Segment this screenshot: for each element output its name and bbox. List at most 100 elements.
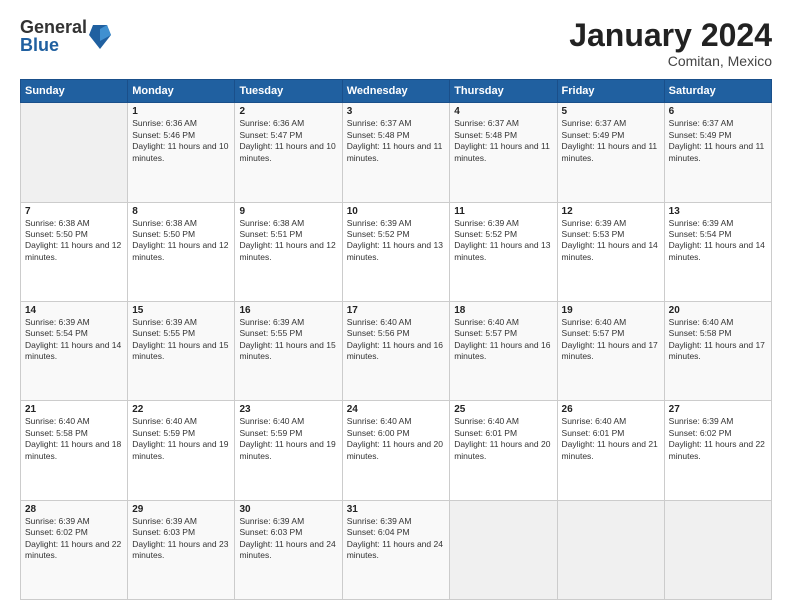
- logo-icon: [89, 21, 111, 49]
- day-info: Sunrise: 6:39 AMSunset: 6:03 PMDaylight:…: [132, 516, 230, 562]
- day-cell: 24Sunrise: 6:40 AMSunset: 6:00 PMDayligh…: [342, 401, 449, 500]
- day-number: 3: [347, 106, 445, 117]
- day-number: 14: [25, 305, 123, 316]
- day-header-tuesday: Tuesday: [235, 80, 342, 103]
- day-info: Sunrise: 6:40 AMSunset: 5:56 PMDaylight:…: [347, 317, 445, 363]
- logo-general: General: [20, 18, 87, 36]
- day-info: Sunrise: 6:39 AMSunset: 5:55 PMDaylight:…: [132, 317, 230, 363]
- day-number: 9: [239, 206, 337, 217]
- day-cell: 11Sunrise: 6:39 AMSunset: 5:52 PMDayligh…: [450, 202, 557, 301]
- logo-text: General Blue: [20, 18, 87, 54]
- day-cell: [664, 500, 771, 599]
- day-number: 2: [239, 106, 337, 117]
- day-info: Sunrise: 6:40 AMSunset: 5:57 PMDaylight:…: [454, 317, 552, 363]
- day-cell: 21Sunrise: 6:40 AMSunset: 5:58 PMDayligh…: [21, 401, 128, 500]
- day-header-wednesday: Wednesday: [342, 80, 449, 103]
- day-info: Sunrise: 6:39 AMSunset: 5:55 PMDaylight:…: [239, 317, 337, 363]
- week-row-4: 21Sunrise: 6:40 AMSunset: 5:58 PMDayligh…: [21, 401, 772, 500]
- day-cell: 19Sunrise: 6:40 AMSunset: 5:57 PMDayligh…: [557, 301, 664, 400]
- day-number: 5: [562, 106, 660, 117]
- day-cell: [21, 103, 128, 202]
- week-row-1: 1Sunrise: 6:36 AMSunset: 5:46 PMDaylight…: [21, 103, 772, 202]
- day-info: Sunrise: 6:39 AMSunset: 5:52 PMDaylight:…: [347, 218, 445, 264]
- day-cell: 3Sunrise: 6:37 AMSunset: 5:48 PMDaylight…: [342, 103, 449, 202]
- day-number: 11: [454, 206, 552, 217]
- day-number: 19: [562, 305, 660, 316]
- day-number: 18: [454, 305, 552, 316]
- day-cell: 2Sunrise: 6:36 AMSunset: 5:47 PMDaylight…: [235, 103, 342, 202]
- day-info: Sunrise: 6:39 AMSunset: 5:53 PMDaylight:…: [562, 218, 660, 264]
- header: General Blue January 2024 Comitan, Mexic…: [20, 18, 772, 69]
- day-cell: 18Sunrise: 6:40 AMSunset: 5:57 PMDayligh…: [450, 301, 557, 400]
- day-info: Sunrise: 6:39 AMSunset: 5:52 PMDaylight:…: [454, 218, 552, 264]
- day-cell: 28Sunrise: 6:39 AMSunset: 6:02 PMDayligh…: [21, 500, 128, 599]
- day-cell: 16Sunrise: 6:39 AMSunset: 5:55 PMDayligh…: [235, 301, 342, 400]
- day-info: Sunrise: 6:39 AMSunset: 6:03 PMDaylight:…: [239, 516, 337, 562]
- day-info: Sunrise: 6:40 AMSunset: 5:58 PMDaylight:…: [669, 317, 767, 363]
- day-number: 15: [132, 305, 230, 316]
- day-header-monday: Monday: [128, 80, 235, 103]
- day-info: Sunrise: 6:39 AMSunset: 5:54 PMDaylight:…: [669, 218, 767, 264]
- day-info: Sunrise: 6:37 AMSunset: 5:48 PMDaylight:…: [347, 118, 445, 164]
- page: General Blue January 2024 Comitan, Mexic…: [0, 0, 792, 612]
- location: Comitan, Mexico: [569, 53, 772, 69]
- day-info: Sunrise: 6:38 AMSunset: 5:50 PMDaylight:…: [25, 218, 123, 264]
- day-info: Sunrise: 6:40 AMSunset: 6:01 PMDaylight:…: [562, 416, 660, 462]
- day-cell: 1Sunrise: 6:36 AMSunset: 5:46 PMDaylight…: [128, 103, 235, 202]
- day-cell: 27Sunrise: 6:39 AMSunset: 6:02 PMDayligh…: [664, 401, 771, 500]
- day-number: 20: [669, 305, 767, 316]
- day-number: 23: [239, 404, 337, 415]
- day-cell: 8Sunrise: 6:38 AMSunset: 5:50 PMDaylight…: [128, 202, 235, 301]
- day-info: Sunrise: 6:40 AMSunset: 6:01 PMDaylight:…: [454, 416, 552, 462]
- day-cell: 5Sunrise: 6:37 AMSunset: 5:49 PMDaylight…: [557, 103, 664, 202]
- day-info: Sunrise: 6:39 AMSunset: 5:54 PMDaylight:…: [25, 317, 123, 363]
- day-header-thursday: Thursday: [450, 80, 557, 103]
- day-number: 16: [239, 305, 337, 316]
- day-info: Sunrise: 6:36 AMSunset: 5:47 PMDaylight:…: [239, 118, 337, 164]
- day-cell: 14Sunrise: 6:39 AMSunset: 5:54 PMDayligh…: [21, 301, 128, 400]
- day-cell: 17Sunrise: 6:40 AMSunset: 5:56 PMDayligh…: [342, 301, 449, 400]
- day-header-sunday: Sunday: [21, 80, 128, 103]
- day-header-saturday: Saturday: [664, 80, 771, 103]
- day-number: 12: [562, 206, 660, 217]
- day-info: Sunrise: 6:40 AMSunset: 5:59 PMDaylight:…: [239, 416, 337, 462]
- day-info: Sunrise: 6:39 AMSunset: 6:02 PMDaylight:…: [25, 516, 123, 562]
- day-number: 26: [562, 404, 660, 415]
- day-info: Sunrise: 6:38 AMSunset: 5:51 PMDaylight:…: [239, 218, 337, 264]
- day-number: 10: [347, 206, 445, 217]
- day-number: 29: [132, 504, 230, 515]
- day-info: Sunrise: 6:38 AMSunset: 5:50 PMDaylight:…: [132, 218, 230, 264]
- day-cell: 13Sunrise: 6:39 AMSunset: 5:54 PMDayligh…: [664, 202, 771, 301]
- day-header-friday: Friday: [557, 80, 664, 103]
- day-number: 17: [347, 305, 445, 316]
- day-cell: 25Sunrise: 6:40 AMSunset: 6:01 PMDayligh…: [450, 401, 557, 500]
- day-cell: 23Sunrise: 6:40 AMSunset: 5:59 PMDayligh…: [235, 401, 342, 500]
- day-cell: 30Sunrise: 6:39 AMSunset: 6:03 PMDayligh…: [235, 500, 342, 599]
- day-cell: 9Sunrise: 6:38 AMSunset: 5:51 PMDaylight…: [235, 202, 342, 301]
- day-number: 7: [25, 206, 123, 217]
- day-info: Sunrise: 6:40 AMSunset: 5:57 PMDaylight:…: [562, 317, 660, 363]
- day-cell: 29Sunrise: 6:39 AMSunset: 6:03 PMDayligh…: [128, 500, 235, 599]
- day-number: 27: [669, 404, 767, 415]
- day-number: 8: [132, 206, 230, 217]
- week-row-5: 28Sunrise: 6:39 AMSunset: 6:02 PMDayligh…: [21, 500, 772, 599]
- day-info: Sunrise: 6:40 AMSunset: 5:58 PMDaylight:…: [25, 416, 123, 462]
- day-cell: 7Sunrise: 6:38 AMSunset: 5:50 PMDaylight…: [21, 202, 128, 301]
- day-info: Sunrise: 6:37 AMSunset: 5:48 PMDaylight:…: [454, 118, 552, 164]
- day-number: 13: [669, 206, 767, 217]
- day-info: Sunrise: 6:39 AMSunset: 6:04 PMDaylight:…: [347, 516, 445, 562]
- day-cell: 22Sunrise: 6:40 AMSunset: 5:59 PMDayligh…: [128, 401, 235, 500]
- calendar: SundayMondayTuesdayWednesdayThursdayFrid…: [20, 79, 772, 600]
- week-row-3: 14Sunrise: 6:39 AMSunset: 5:54 PMDayligh…: [21, 301, 772, 400]
- day-number: 4: [454, 106, 552, 117]
- day-cell: 26Sunrise: 6:40 AMSunset: 6:01 PMDayligh…: [557, 401, 664, 500]
- day-number: 22: [132, 404, 230, 415]
- logo: General Blue: [20, 18, 111, 54]
- logo-blue: Blue: [20, 36, 87, 54]
- day-number: 1: [132, 106, 230, 117]
- month-title: January 2024: [569, 18, 772, 53]
- day-cell: 12Sunrise: 6:39 AMSunset: 5:53 PMDayligh…: [557, 202, 664, 301]
- day-cell: 20Sunrise: 6:40 AMSunset: 5:58 PMDayligh…: [664, 301, 771, 400]
- day-number: 6: [669, 106, 767, 117]
- day-number: 24: [347, 404, 445, 415]
